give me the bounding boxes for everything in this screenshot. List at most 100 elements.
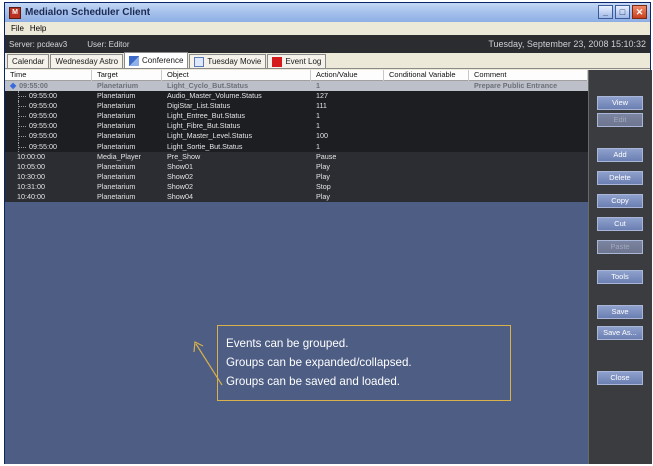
cell-action-text: Play [316,192,330,202]
cell-target: Planetarium [92,101,162,111]
cell-time: 10:00:00 [5,152,92,162]
menu-bar: File Help [5,22,650,35]
cell-conditional [384,91,469,101]
app-logo-icon: M [9,6,21,19]
table-header: Time Target Object Action/Value Conditio… [5,70,588,81]
cell-comment [469,111,588,121]
cell-target-text: Planetarium [97,141,136,151]
cell-target-text: Planetarium [97,101,136,111]
table-row[interactable]: 09:55:00 Planetarium Light_Master_Level.St… [5,131,588,142]
group-row[interactable]: ◆ 09:55:00 Planetarium Light_Cyclo_But.Stat… [5,81,588,92]
add-button[interactable]: Add [597,148,643,162]
cell-action: 127 [311,91,384,101]
table-row[interactable]: 09:55:00 Planetarium Audio_Master_Volume.S… [5,91,588,102]
cell-object: Light_Entree_But.Status [162,111,311,121]
cell-time-text: 09:55:00 [29,141,57,151]
cell-object: Light_Sortie_But.Status [162,142,311,152]
cell-action-text: 111 [316,101,327,111]
tab-wednesday-astro[interactable]: Wednesday Astro [50,54,124,68]
cell-conditional [384,101,469,111]
tab-conference[interactable]: Conference [124,52,189,68]
table-row[interactable]: 10:40:00 Planetarium Show04 Play [5,192,588,203]
close-button[interactable]: Close [597,371,643,385]
cell-object: Show02 [162,182,311,192]
menu-file[interactable]: File [11,24,24,33]
cell-action: 1 [311,111,384,121]
table-row[interactable]: 10:30:00 Planetarium Show02 Play [5,171,588,182]
table-row[interactable]: 09:55:00 Planetarium Light_Sortie_But.Stat… [5,141,588,152]
cell-object-text: DigiStar_List.Status [167,101,231,111]
cell-target-text: Planetarium [97,131,136,141]
tab-tuesday-movie[interactable]: Tuesday Movie [189,54,267,68]
delete-button[interactable]: Delete [597,171,643,185]
cell-action-text: 1 [316,81,320,90]
save-button[interactable]: Save [597,305,643,319]
column-header-comment[interactable]: Comment [469,70,588,81]
cell-comment [469,182,588,192]
table-row[interactable]: 09:55:00 Planetarium Light_Entree_But.Stat… [5,111,588,122]
table-row[interactable]: 09:55:00 Planetarium DigiStar_List.Status 1… [5,101,588,112]
cell-object-text: Audio_Master_Volume.Status [167,91,262,101]
tab-label: Wednesday Astro [55,57,119,66]
cell-conditional [384,81,469,91]
column-header-time[interactable]: Time [5,70,92,81]
expand-collapse-icon[interactable]: ◆ [10,81,16,90]
cell-time-text: 09:55:00 [29,131,57,141]
tab-event-log[interactable]: Event Log [267,54,327,68]
cell-conditional [384,152,469,162]
cell-target-text: Planetarium [97,91,136,101]
title-bar: M Medialon Scheduler Client _ □ ✕ [5,3,650,22]
annotation-callout: Events can be grouped. Groups can be exp… [217,325,511,401]
table-row[interactable]: 10:00:00 Media_Player Pre_Show Pause [5,151,588,162]
copy-button[interactable]: Copy [597,194,643,208]
maximize-button[interactable]: □ [615,5,630,19]
cell-target: Planetarium [92,172,162,182]
column-header-target[interactable]: Target [92,70,162,81]
cell-action-text: 100 [316,131,328,141]
cell-object-text: Show02 [167,181,193,191]
cell-object: Pre_Show [162,152,311,162]
menu-help[interactable]: Help [30,24,46,33]
cell-time-text: 09:55:00 [29,111,57,121]
date-time-display: Tuesday, September 23, 2008 15:10:32 [488,39,646,49]
cell-conditional [384,111,469,121]
cut-button[interactable]: Cut [597,217,643,231]
cell-target: Planetarium [92,142,162,152]
column-header-action[interactable]: Action/Value [311,70,384,81]
save-as-button[interactable]: Save As... [597,326,643,340]
cell-comment-text: Prepare Public Entrance [474,81,558,90]
cell-target-text: Planetarium [97,171,136,181]
cell-time: 10:05:00 [5,162,92,172]
cell-comment [469,162,588,172]
cell-object-text: Light_Sortie_But.Status [167,141,243,151]
column-header-object[interactable]: Object [162,70,311,81]
table-row[interactable]: 09:55:00 Planetarium Light_Fibre_But.Statu… [5,121,588,132]
cell-action-text: 1 [316,121,320,131]
cell-time-text: 09:55:00 [19,81,48,90]
minimize-button[interactable]: _ [598,5,613,19]
cell-object-text: Light_Fibre_But.Status [167,121,241,131]
column-header-conditional[interactable]: Conditional Variable [384,70,469,81]
cell-action-text: Play [316,171,330,181]
cell-action-text: Stop [316,181,331,191]
cell-time: 09:55:00 [5,101,92,112]
tools-button[interactable]: Tools [597,270,643,284]
cell-conditional [384,182,469,192]
document-icon [194,56,205,67]
cell-action: Stop [311,182,384,192]
cell-action-text: 127 [316,91,328,101]
table-row[interactable]: 10:31:00 Planetarium Show02 Stop [5,181,588,193]
edit-button[interactable]: Edit [597,113,643,127]
user-label: User: Editor [87,39,130,49]
cell-target: Planetarium [92,91,162,101]
close-window-button[interactable]: ✕ [632,5,647,19]
view-button[interactable]: View [597,96,643,110]
cell-target: Media_Player [92,152,162,162]
paste-button[interactable]: Paste [597,240,643,254]
cell-time-text: 10:31:00 [17,181,45,191]
table-row[interactable]: 10:05:00 Planetarium Show01 Play [5,161,588,172]
cell-comment [469,101,588,111]
annotation-line: Groups can be saved and loaded. [226,375,401,388]
event-list-panel: Time Target Object Action/Value Conditio… [5,70,588,464]
tab-calendar[interactable]: Calendar [7,54,50,68]
